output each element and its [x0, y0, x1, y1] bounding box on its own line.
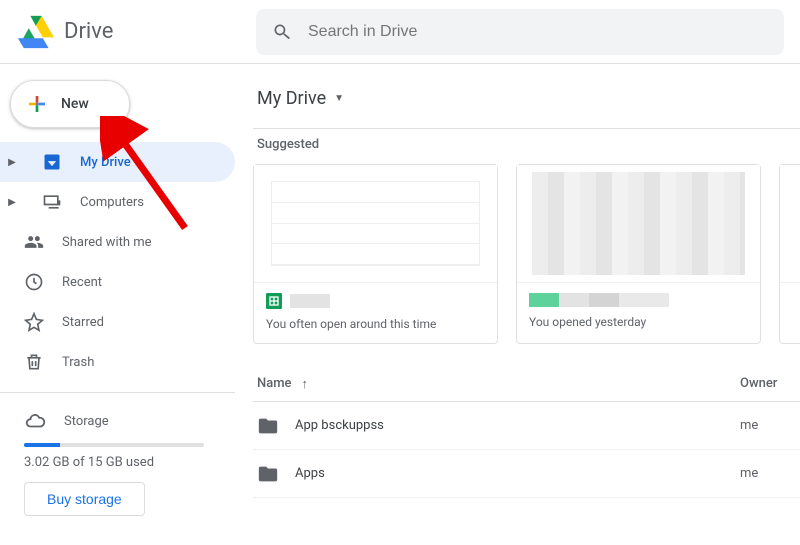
- caret-down-icon: ▼: [334, 93, 344, 104]
- clock-icon: [24, 272, 44, 292]
- file-owner: me: [740, 418, 800, 433]
- sidebar-tree-my-drive[interactable]: ▶ My Drive: [0, 142, 235, 182]
- folder-icon: [257, 415, 279, 437]
- column-header-owner[interactable]: Owner: [740, 376, 800, 391]
- new-button-label: New: [61, 96, 89, 112]
- sidebar-item-label: Trash: [62, 355, 94, 370]
- page-title: My Drive: [257, 88, 326, 109]
- sidebar-item-starred[interactable]: Starred: [0, 302, 235, 342]
- storage-progress-fill: [24, 443, 60, 447]
- app-logo[interactable]: Drive: [16, 12, 256, 52]
- suggested-heading: Suggested: [257, 137, 800, 152]
- sidebar-item-recent[interactable]: Recent: [0, 262, 235, 302]
- caret-right-icon: ▶: [0, 197, 24, 208]
- file-name: Apps: [295, 466, 325, 481]
- sidebar-tree-computers[interactable]: ▶ Computers: [0, 182, 235, 222]
- suggested-card[interactable]: You often open around this time: [253, 164, 498, 344]
- search-icon: [272, 22, 292, 42]
- sidebar-item-label: My Drive: [80, 155, 131, 170]
- page-title-dropdown[interactable]: My Drive ▼: [253, 80, 800, 116]
- card-thumbnail: [780, 165, 800, 283]
- divider: [0, 392, 235, 393]
- my-drive-icon: [42, 152, 62, 172]
- storage-usage-text: 3.02 GB of 15 GB used: [24, 455, 235, 470]
- sidebar-item-shared[interactable]: Shared with me: [0, 222, 235, 262]
- folder-icon: [257, 463, 279, 485]
- suggested-card[interactable]: You opened yesterday: [516, 164, 761, 344]
- storage-label: Storage: [64, 414, 109, 429]
- storage-progress: [24, 443, 204, 447]
- cloud-icon: [24, 410, 46, 432]
- sidebar-item-trash[interactable]: Trash: [0, 342, 235, 382]
- card-title-redacted: [529, 293, 669, 307]
- column-header-name[interactable]: Name ↑: [257, 376, 740, 392]
- card-thumbnail: [254, 165, 497, 283]
- file-row[interactable]: Apps me: [253, 450, 800, 498]
- computers-icon: [42, 192, 62, 212]
- card-caption: You opened yesterday: [529, 315, 748, 329]
- file-name: App bsckuppss: [295, 418, 384, 433]
- suggested-card[interactable]: [779, 164, 800, 344]
- file-owner: me: [740, 466, 800, 481]
- sheets-icon: [266, 293, 282, 309]
- search-input[interactable]: [308, 23, 768, 41]
- divider: [253, 128, 800, 129]
- buy-storage-button[interactable]: Buy storage: [24, 482, 145, 516]
- star-icon: [24, 312, 44, 332]
- plus-icon: [25, 92, 49, 116]
- sort-ascending-icon: ↑: [302, 376, 309, 392]
- trash-icon: [24, 352, 44, 372]
- card-thumbnail: [517, 165, 760, 283]
- card-caption: You often open around this time: [266, 317, 485, 331]
- sidebar-item-storage[interactable]: Storage: [24, 403, 235, 439]
- drive-logo-icon: [16, 12, 56, 52]
- file-table-header: Name ↑ Owner: [253, 366, 800, 402]
- app-name: Drive: [64, 19, 113, 44]
- search-bar[interactable]: [256, 9, 784, 55]
- caret-right-icon: ▶: [0, 157, 24, 168]
- sidebar-item-label: Starred: [62, 315, 104, 330]
- file-row[interactable]: App bsckuppss me: [253, 402, 800, 450]
- people-icon: [24, 232, 44, 252]
- sidebar-item-label: Shared with me: [62, 235, 152, 250]
- sidebar-item-label: Recent: [62, 275, 102, 290]
- new-button[interactable]: New: [10, 80, 130, 128]
- sidebar-item-label: Computers: [80, 195, 144, 210]
- card-title-redacted: [290, 294, 330, 308]
